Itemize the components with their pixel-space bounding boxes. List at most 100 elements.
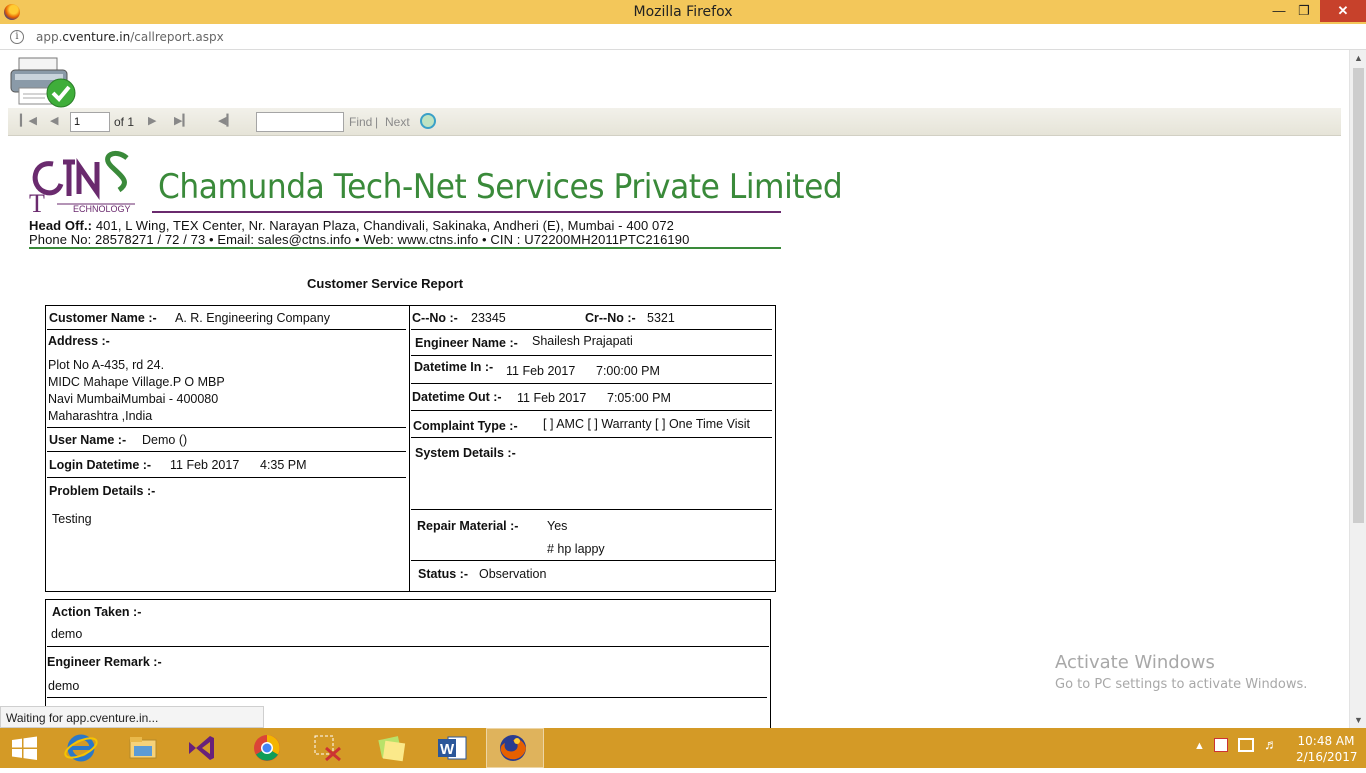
find-input[interactable]: [256, 112, 344, 132]
address-line-4: Maharashtra ,India: [48, 409, 153, 423]
crno-label: Cr--No :-: [585, 311, 636, 325]
engineer-remark-label: Engineer Remark :-: [47, 655, 162, 669]
scroll-down-icon[interactable]: ▼: [1350, 712, 1366, 728]
head-office-text: 401, L Wing, TEX Center, Nr. Narayan Pla…: [92, 218, 675, 233]
row-divider: [411, 560, 775, 561]
file-explorer-icon[interactable]: [114, 728, 172, 768]
row-divider: [47, 329, 406, 330]
back-icon[interactable]: ◀▎: [218, 114, 235, 127]
head-office-label: Head Off.:: [29, 218, 93, 233]
page-number-input[interactable]: 1: [70, 112, 110, 132]
activate-windows-subtitle: Go to PC settings to activate Windows.: [1055, 677, 1308, 692]
show-hidden-icons-icon[interactable]: ▲: [1194, 740, 1205, 752]
user-name-label: User Name :-: [49, 433, 127, 447]
logo-tagline: ECHNOLOGY: [73, 204, 131, 214]
row-divider: [47, 697, 767, 698]
visual-studio-icon[interactable]: [172, 728, 230, 768]
word-icon[interactable]: W: [424, 728, 482, 768]
datetime-out-label: Datetime Out :-: [412, 390, 502, 404]
row-divider: [411, 383, 772, 384]
crno-value: 5321: [647, 311, 675, 325]
address-line-2: MIDC Mahape Village.P O MBP: [48, 375, 225, 389]
company-logo: T ECHNOLOGY: [27, 146, 139, 218]
system-details-label: System Details :-: [415, 446, 516, 460]
company-name: Chamunda Tech-Net Services Private Limit…: [158, 167, 843, 207]
svg-text:W: W: [440, 741, 455, 758]
cno-value: 23345: [471, 311, 506, 325]
action-taken-value: demo: [51, 627, 83, 641]
head-office-address: Head Off.: 401, L Wing, TEX Center, Nr. …: [29, 218, 674, 233]
scroll-thumb[interactable]: [1353, 68, 1364, 523]
login-time-value: 4:35 PM: [260, 458, 307, 472]
vertical-scrollbar[interactable]: ▲ ▼: [1349, 50, 1366, 728]
problem-details-value: Testing: [52, 512, 92, 526]
internet-explorer-icon[interactable]: [52, 728, 110, 768]
status-value: Observation: [479, 567, 547, 581]
datetime-in-label: Datetime In :-: [414, 360, 494, 374]
address-line-1: Plot No A-435, rd 24.: [48, 358, 165, 372]
report-toolbar: ▎◀ ◀ 1 of 1 ▶ ▶▎ ◀▎ Find | Next: [8, 108, 1341, 136]
row-divider: [47, 646, 769, 647]
print-icon[interactable]: [9, 56, 81, 108]
header-bottom-divider: [29, 247, 781, 249]
refresh-icon[interactable]: [420, 113, 436, 129]
customer-name-label: Customer Name :-: [49, 311, 157, 325]
network-icon[interactable]: [1238, 738, 1254, 752]
engineer-remark-value: demo: [48, 679, 80, 693]
toolbar-separator: |: [375, 115, 379, 129]
row-divider: [47, 427, 406, 428]
url-prefix: app.: [36, 30, 63, 44]
page-count-label: of 1: [114, 115, 135, 129]
volume-icon[interactable]: ♬: [1264, 736, 1278, 752]
find-link[interactable]: Find: [349, 115, 372, 129]
sticky-notes-icon[interactable]: [362, 728, 420, 768]
row-divider: [411, 355, 772, 356]
firefox-taskbar-icon[interactable]: [486, 728, 544, 768]
close-button[interactable]: ✕: [1320, 0, 1366, 22]
datetime-out-date: 11 Feb 2017: [517, 391, 587, 405]
system-tray: ▲ ♬: [1190, 728, 1290, 768]
address-label: Address :-: [48, 334, 110, 348]
window-title-bar: Mozilla Firefox — ❐ ✕: [0, 0, 1366, 24]
column-divider: [409, 305, 410, 592]
engineer-name-value: Shailesh Prajapati: [532, 334, 633, 348]
scroll-up-icon[interactable]: ▲: [1350, 50, 1366, 66]
status-label: Status :-: [418, 567, 468, 581]
chrome-icon[interactable]: [238, 728, 296, 768]
header-divider: [152, 211, 781, 213]
row-divider: [411, 329, 772, 330]
browser-status-bar: Waiting for app.cventure.in...: [0, 706, 264, 728]
complaint-type-value: [ ] AMC [ ] Warranty [ ] One Time Visit: [543, 417, 750, 431]
cno-label: C--No :-: [412, 311, 458, 325]
repair-material-item: # hp lappy: [547, 542, 605, 556]
first-page-icon[interactable]: ▎◀: [20, 114, 37, 127]
login-datetime-label: Login Datetime :-: [49, 458, 152, 472]
site-info-icon[interactable]: i: [10, 30, 24, 44]
datetime-in-time: 7:00:00 PM: [596, 364, 660, 378]
taskbar: W ▲ ♬ 10:48 AM 2/16/2017: [0, 728, 1366, 768]
window-title: Mozilla Firefox: [633, 4, 733, 20]
find-next-link[interactable]: Next: [385, 115, 410, 129]
user-name-value: Demo (): [142, 433, 188, 447]
url-domain: cventure.in: [62, 30, 131, 44]
address-line-3: Navi MumbaiMumbai - 400080: [48, 392, 219, 406]
last-page-icon[interactable]: ▶▎: [174, 114, 191, 127]
previous-page-icon[interactable]: ◀: [50, 114, 58, 127]
restore-button[interactable]: ❐: [1289, 0, 1319, 22]
address-bar: i app.cventure.in/callreport.aspx: [0, 24, 1366, 50]
action-taken-label: Action Taken :-: [52, 605, 142, 619]
taskbar-clock[interactable]: 10:48 AM 2/16/2017: [1296, 733, 1358, 765]
start-button[interactable]: [0, 728, 50, 768]
next-page-icon[interactable]: ▶: [148, 114, 156, 127]
url-path: /callreport.aspx: [130, 30, 224, 44]
report-main-box: [45, 305, 776, 592]
url-field[interactable]: app.cventure.in/callreport.aspx: [36, 30, 224, 44]
clock-time: 10:48 AM: [1297, 734, 1355, 748]
datetime-out-time: 7:05:00 PM: [607, 391, 671, 405]
row-divider: [411, 437, 772, 438]
complaint-type-label: Complaint Type :-: [413, 419, 518, 433]
problem-details-label: Problem Details :-: [49, 484, 156, 498]
snipping-tool-icon[interactable]: [300, 728, 358, 768]
row-divider: [47, 477, 406, 478]
action-center-icon[interactable]: [1214, 738, 1228, 752]
